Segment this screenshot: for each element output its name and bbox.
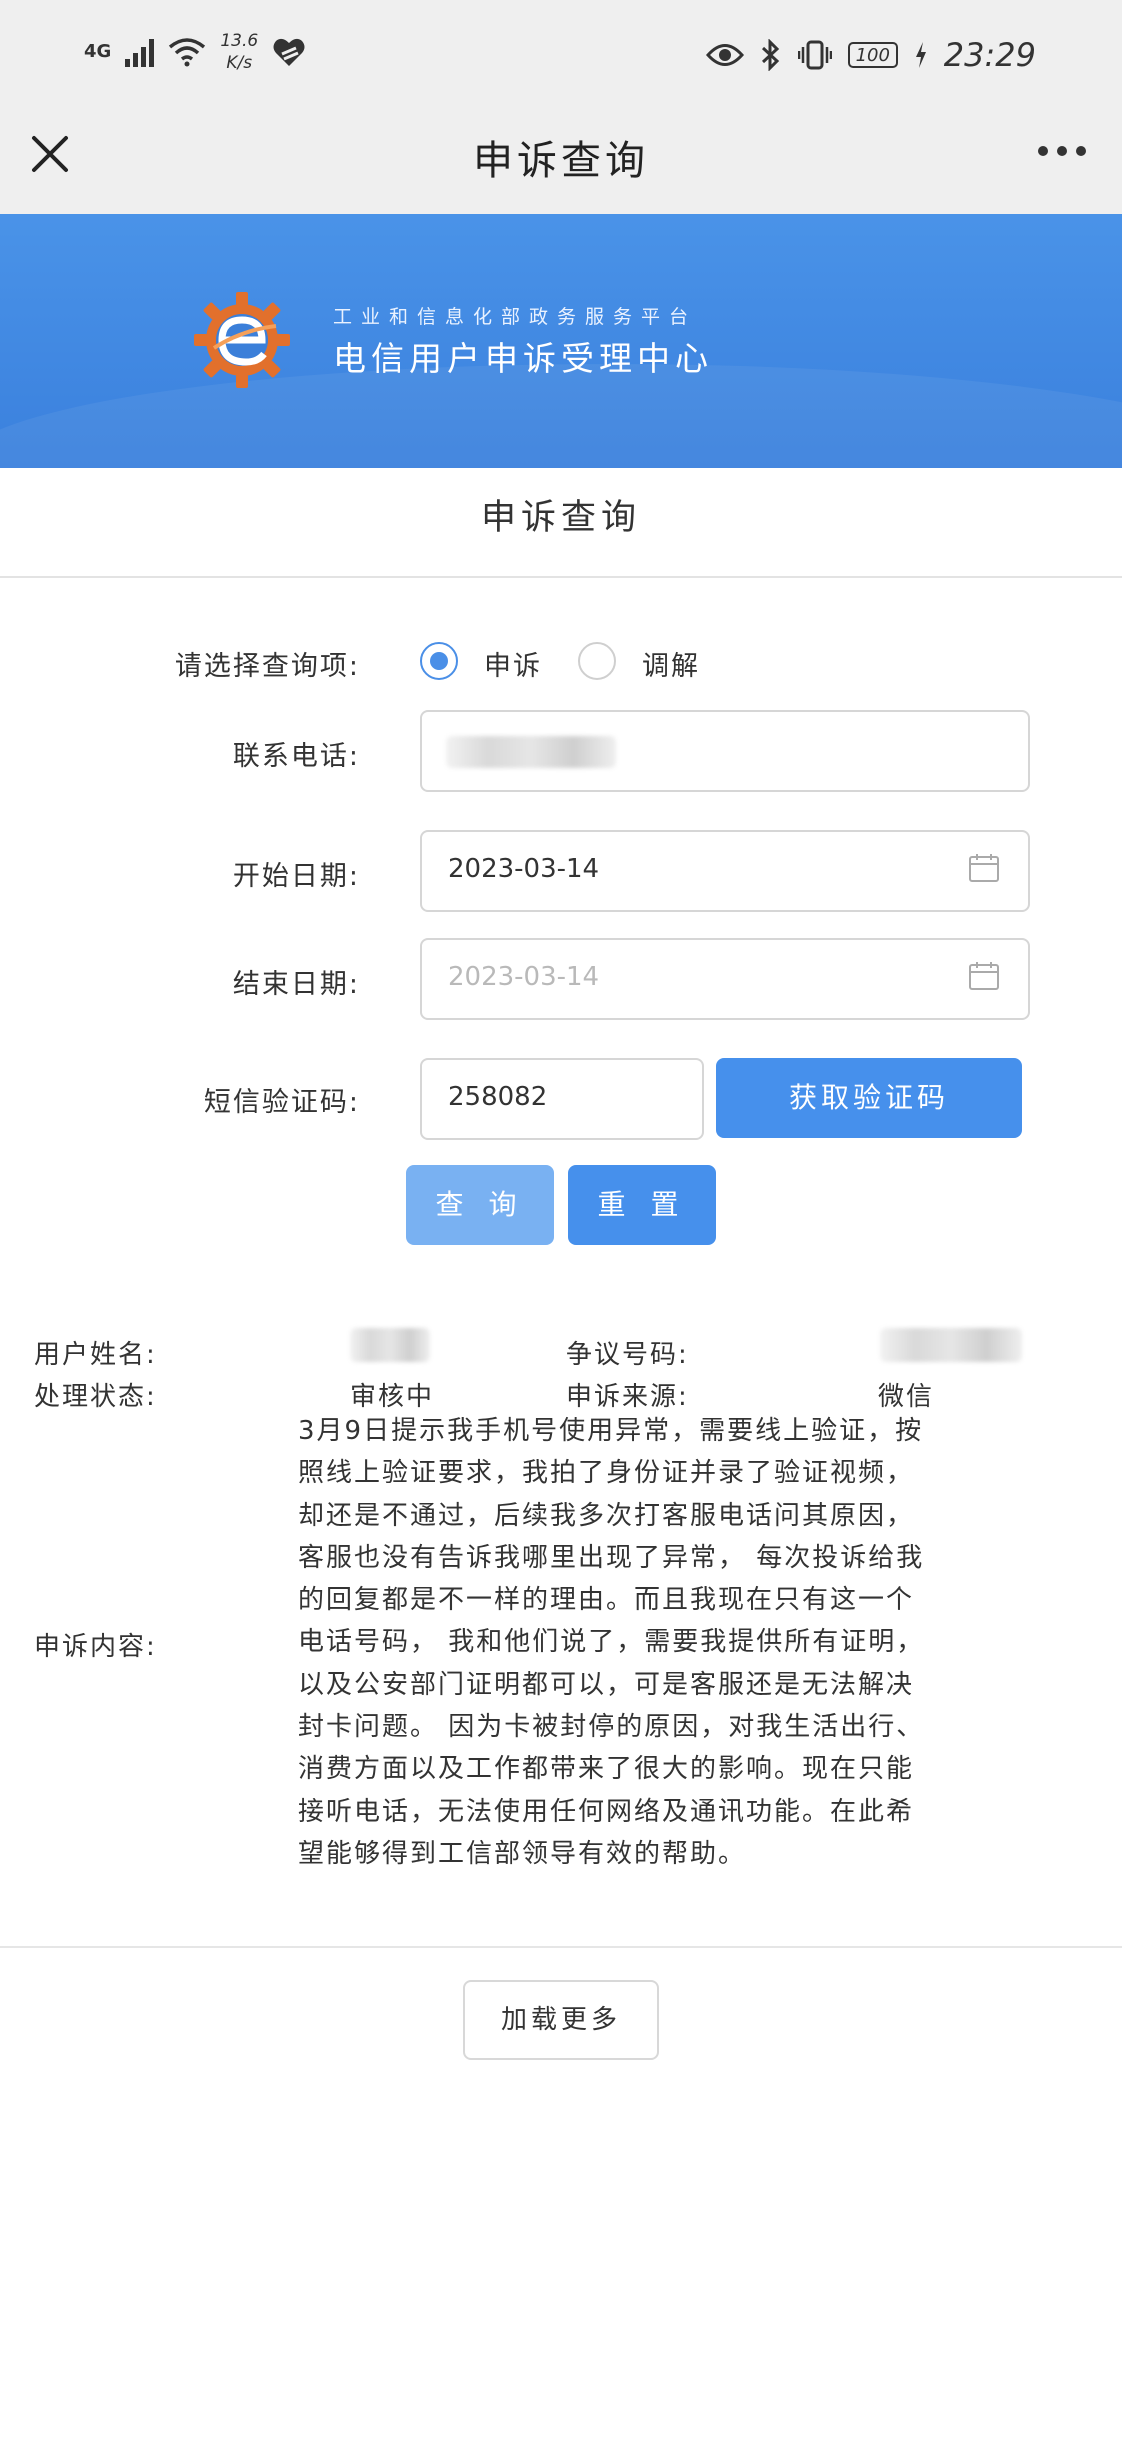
radio-mediation[interactable] bbox=[578, 642, 616, 680]
network-speed: 13.6 K/s bbox=[220, 30, 258, 74]
battery-icon: 100 bbox=[847, 42, 898, 68]
start-date-value: 2023-03-14 bbox=[448, 854, 600, 884]
get-code-button[interactable]: 获取验证码 bbox=[716, 1058, 1022, 1138]
phone-label: 联系电话: bbox=[232, 741, 360, 772]
source-label: 申诉来源: bbox=[566, 1382, 689, 1412]
status-label: 处理状态: bbox=[34, 1382, 157, 1412]
start-date-label: 开始日期: bbox=[232, 861, 360, 892]
speed-unit: K/s bbox=[226, 53, 253, 73]
redacted-phone bbox=[446, 736, 616, 768]
redacted-user-name bbox=[350, 1328, 430, 1362]
sms-code-value: 258082 bbox=[448, 1082, 548, 1112]
radio-complaint[interactable] bbox=[420, 642, 458, 680]
divider bbox=[0, 1946, 1122, 1948]
source-value: 微信 bbox=[878, 1382, 935, 1412]
more-icon[interactable] bbox=[1038, 146, 1086, 156]
calendar-icon[interactable] bbox=[968, 852, 1000, 884]
section-title: 申诉查询 bbox=[0, 468, 1122, 578]
radio-complaint-label[interactable]: 申诉 bbox=[484, 644, 542, 683]
radio-mediation-label[interactable]: 调解 bbox=[642, 644, 700, 683]
user-name-label: 用户姓名: bbox=[34, 1340, 157, 1370]
load-more-button[interactable]: 加载更多 bbox=[463, 1980, 659, 2060]
sms-code-label: 短信验证码: bbox=[203, 1087, 360, 1118]
vibrate-icon bbox=[797, 40, 832, 70]
signal-icon bbox=[125, 37, 155, 67]
heart-tag-icon bbox=[273, 38, 305, 66]
status-left: 4G 13.6 K/s bbox=[84, 30, 306, 74]
nav-bar: 申诉查询 bbox=[0, 118, 1122, 214]
sms-code-input[interactable]: 258082 bbox=[420, 1058, 704, 1140]
banner-subtitle: 工业和信息化部政务服务平台 bbox=[333, 306, 698, 328]
query-button[interactable]: 查 询 bbox=[406, 1165, 554, 1245]
banner-title: 电信用户申诉受理中心 bbox=[333, 339, 713, 378]
redacted-dispute-number bbox=[880, 1328, 1022, 1362]
status-right: 100 23:29 bbox=[705, 36, 1036, 74]
reset-button[interactable]: 重 置 bbox=[568, 1165, 716, 1245]
wifi-icon bbox=[169, 38, 206, 67]
clock-time: 23:29 bbox=[943, 36, 1036, 74]
header-banner: 工业和信息化部政务服务平台 电信用户申诉受理中心 bbox=[0, 214, 1122, 468]
status-value: 审核中 bbox=[350, 1382, 435, 1412]
speed-value: 13.6 bbox=[220, 31, 259, 51]
status-bar: 4G 13.6 K/s 100 23:29 bbox=[0, 0, 1122, 118]
dispute-number-label: 争议号码: bbox=[566, 1340, 689, 1370]
network-type: 4G bbox=[84, 41, 112, 62]
phone-input[interactable] bbox=[420, 710, 1030, 792]
page-title: 申诉查询 bbox=[473, 138, 649, 184]
eye-icon bbox=[705, 44, 744, 66]
calendar-icon[interactable] bbox=[968, 960, 1000, 992]
end-date-label: 结束日期: bbox=[232, 969, 360, 1000]
gear-e-logo-icon bbox=[194, 292, 290, 388]
charging-icon bbox=[915, 42, 926, 68]
end-date-placeholder: 2023-03-14 bbox=[448, 962, 600, 992]
start-date-input[interactable]: 2023-03-14 bbox=[420, 830, 1030, 912]
query-type-label: 请选择查询项: bbox=[174, 651, 360, 682]
bluetooth-icon bbox=[761, 39, 779, 71]
end-date-input[interactable]: 2023-03-14 bbox=[420, 938, 1030, 1020]
complaint-content: 3月9日提示我手机号使用异常，需要线上验证，按照线上验证要求，我拍了身份证并录了… bbox=[298, 1416, 925, 1869]
content-label: 申诉内容: bbox=[34, 1632, 157, 1662]
battery-level: 100 bbox=[855, 44, 890, 66]
